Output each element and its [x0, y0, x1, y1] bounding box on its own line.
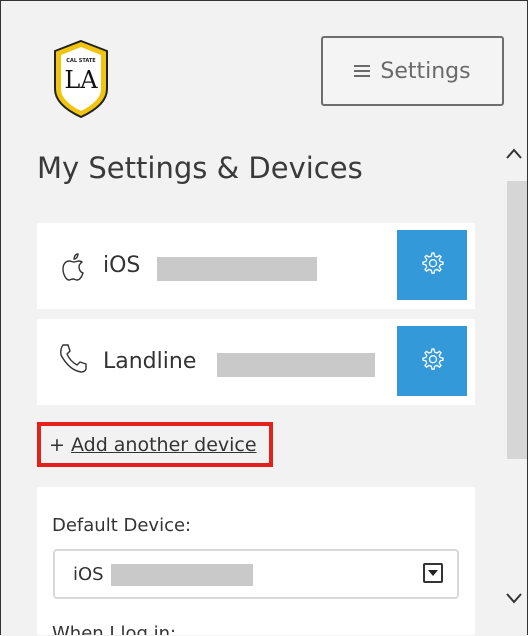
default-device-label: Default Device: — [52, 515, 192, 536]
device-card-landline: Landline — [37, 319, 475, 405]
settings-button-label: Settings — [380, 58, 471, 84]
add-device-highlight: + Add another device — [37, 422, 273, 467]
page-title: My Settings & Devices — [37, 151, 363, 185]
gear-icon — [420, 347, 444, 375]
add-device-row: + Add another device — [49, 434, 257, 456]
redacted-number — [217, 353, 375, 377]
duo-prompt-frame: CAL STATE LA Settings My Settings & Devi… — [0, 0, 528, 635]
when-login-label: When I log in: — [52, 623, 177, 635]
chevron-down-icon — [423, 563, 443, 583]
scrollbar-thumb[interactable] — [507, 181, 527, 459]
cal-state-la-logo: CAL STATE LA — [49, 39, 113, 119]
logo-big-text: LA — [64, 66, 98, 94]
device-card-ios: iOS — [37, 223, 475, 309]
scrollbar[interactable] — [501, 141, 527, 635]
chevron-down-icon[interactable] — [505, 589, 523, 607]
redacted-number — [111, 564, 253, 586]
default-device-panel: Default Device: iOS When I log in: — [37, 487, 475, 635]
default-device-value: iOS — [73, 564, 104, 585]
device-name: Landline — [103, 349, 197, 374]
phone-icon — [57, 341, 89, 373]
chevron-up-icon[interactable] — [505, 145, 523, 163]
gear-icon — [420, 251, 444, 279]
apple-icon — [57, 250, 89, 282]
device-settings-button[interactable] — [397, 326, 467, 396]
logo-small-text: CAL STATE — [66, 58, 96, 64]
settings-button[interactable]: Settings — [321, 36, 504, 106]
add-device-prefix: + — [49, 434, 71, 456]
default-device-select[interactable]: iOS — [53, 549, 459, 599]
device-settings-button[interactable] — [397, 230, 467, 300]
redacted-number — [157, 257, 317, 281]
hamburger-icon — [354, 59, 371, 84]
add-another-device-link[interactable]: Add another device — [71, 434, 257, 456]
device-name: iOS — [103, 253, 141, 278]
